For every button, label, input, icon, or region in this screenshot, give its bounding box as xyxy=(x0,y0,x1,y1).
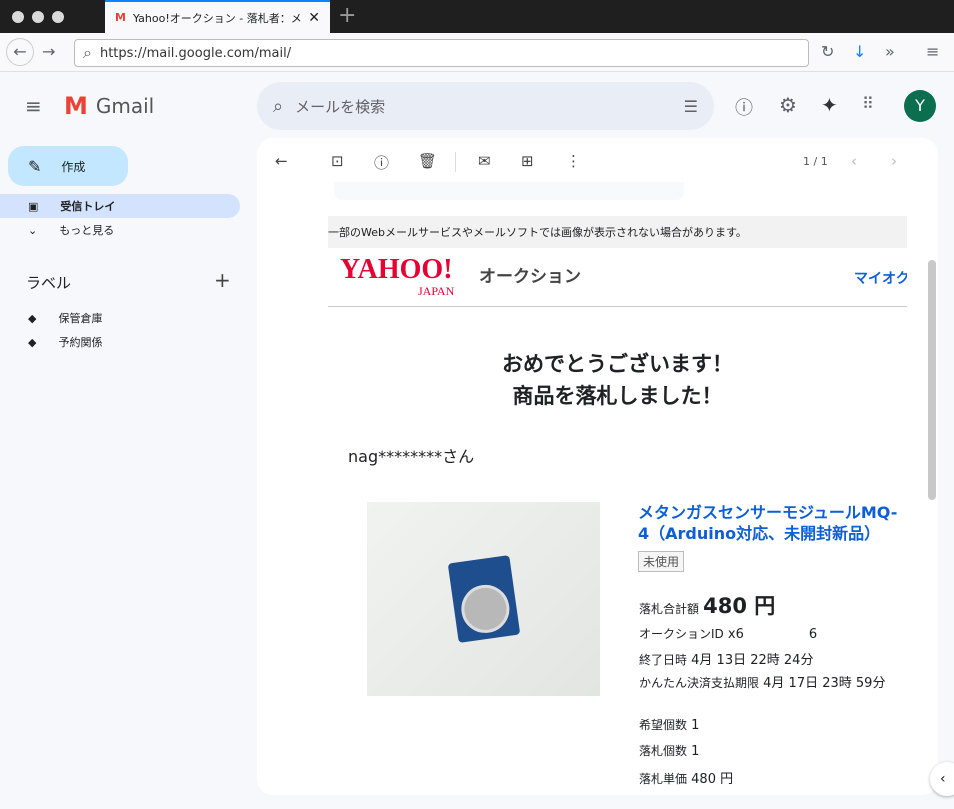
label-tag-icon: ◆ xyxy=(28,311,37,325)
add-label-icon[interactable]: + xyxy=(214,268,231,292)
browser-titlebar: M Yahoo!オークション - 落札者：メタンガス ✕ + xyxy=(0,0,954,33)
item-title-link[interactable]: メタンガスセンサーモジュールMQ-4（Arduino対応、未開封新品） xyxy=(638,502,908,544)
newer-icon[interactable]: ‹ xyxy=(851,152,857,170)
desired-quantity: 1 xyxy=(691,718,700,733)
close-tab-icon[interactable]: ✕ xyxy=(308,10,320,26)
scrollbar[interactable] xyxy=(928,260,936,500)
detail-label: 希望個数 xyxy=(639,718,688,732)
end-time: 4月 13日 22時 24分 xyxy=(691,653,814,668)
gmail-logo[interactable]: M Gmail xyxy=(64,92,154,120)
auction-id: x6 6 xyxy=(727,627,818,642)
search-input[interactable]: ⌕ メールを検索 ☰ xyxy=(257,82,714,130)
minimize-window-button[interactable] xyxy=(32,11,44,23)
greeting: nag********さん xyxy=(348,447,475,466)
delete-icon[interactable]: 🗑 xyxy=(418,152,437,170)
report-spam-icon[interactable]: ⓘ xyxy=(374,152,389,173)
detail-label: かんたん決済支払期限 xyxy=(639,676,760,690)
total-price: 480 円 xyxy=(703,594,776,618)
myauc-link[interactable]: マイオク xyxy=(854,268,907,288)
gmail-m-icon: M xyxy=(64,92,88,120)
item-image[interactable] xyxy=(367,502,600,696)
overflow-icon[interactable]: » xyxy=(885,42,895,61)
detail-label: 落札合計額 xyxy=(639,602,700,616)
older-icon[interactable]: › xyxy=(891,152,897,170)
help-icon[interactable]: ⓘ xyxy=(735,94,753,120)
download-icon[interactable]: ↓ xyxy=(853,42,866,61)
sidebar-label-item[interactable]: ◆ 予約関係 xyxy=(0,330,240,354)
browser-toolbar: ← → ⌕ https://mail.google.com/mail/ ↻ ↓ … xyxy=(0,33,954,72)
pager-count: 1 / 1 xyxy=(803,155,828,168)
labels-heading: ラベル xyxy=(26,274,72,292)
service-name: オークション xyxy=(479,267,581,287)
divider xyxy=(328,306,907,307)
new-tab-icon[interactable]: + xyxy=(338,3,356,28)
avatar[interactable]: Y xyxy=(904,90,936,122)
image-notice: 一部のWebメールサービスやメールソフトでは画像が表示されない場合があります。 xyxy=(328,216,907,248)
yahoo-japan-logo[interactable]: YAHOO! JAPAN xyxy=(340,256,454,299)
chevron-down-icon: ⌄ xyxy=(28,223,38,237)
more-options-icon[interactable]: ⋮ xyxy=(566,152,581,170)
inbox-icon: ▣ xyxy=(28,199,39,213)
detail-label: 落札個数 xyxy=(639,744,688,758)
detail-label: オークションID xyxy=(639,627,724,641)
archive-icon[interactable]: ⊡ xyxy=(331,152,344,170)
side-panel-toggle-icon[interactable]: ‹ xyxy=(930,762,954,796)
payment-deadline: 4月 17日 23時 59分 xyxy=(763,676,886,691)
unit-price: 480 円 xyxy=(691,772,734,787)
gemini-sparkle-icon[interactable]: ✦ xyxy=(821,93,838,117)
message-view: ← ⊡ ⓘ 🗑 ✉ ⊞ ⋮ 1 / 1 ‹ › 一部のWebメールサービスやメー… xyxy=(257,138,938,795)
search-icon: ⌕ xyxy=(83,43,92,62)
pencil-icon: ✎ xyxy=(28,156,42,176)
label-tag-icon: ◆ xyxy=(28,335,37,349)
reload-icon[interactable]: ↻ xyxy=(821,42,834,61)
search-icon: ⌕ xyxy=(273,95,284,117)
compose-button[interactable]: ✎ 作成 xyxy=(8,146,128,186)
zoom-window-button[interactable] xyxy=(52,11,64,23)
back-to-inbox-icon[interactable]: ← xyxy=(275,152,288,170)
divider xyxy=(455,152,456,172)
close-window-button[interactable] xyxy=(12,11,24,23)
sensor-board-image xyxy=(447,555,520,643)
url-bar[interactable]: ⌕ https://mail.google.com/mail/ xyxy=(74,39,809,67)
collapsed-header xyxy=(334,182,684,200)
detail-label: 終了日時 xyxy=(639,653,688,667)
menu-icon[interactable]: ≡ xyxy=(926,42,939,61)
search-options-icon[interactable]: ☰ xyxy=(684,97,698,116)
won-quantity: 1 xyxy=(691,744,700,759)
apps-grid-icon[interactable]: ⠿ xyxy=(862,94,874,113)
sidebar-item-inbox[interactable]: ▣ 受信トレイ xyxy=(0,194,240,218)
mark-unread-icon[interactable]: ✉ xyxy=(478,152,491,170)
forward-icon[interactable]: → xyxy=(42,42,55,61)
browser-tab[interactable]: M Yahoo!オークション - 落札者：メタンガス ✕ xyxy=(105,0,330,33)
sidebar-item-more[interactable]: ⌄ もっと見る xyxy=(0,218,240,242)
back-icon[interactable]: ← xyxy=(6,38,34,66)
main-menu-icon[interactable]: ≡ xyxy=(25,94,42,118)
move-to-icon[interactable]: ⊞ xyxy=(521,152,534,170)
detail-label: 落札単価 xyxy=(639,772,688,786)
headline: おめでとうございます！ 商品を落札しました！ xyxy=(502,352,733,408)
settings-gear-icon[interactable]: ⚙ xyxy=(779,93,797,117)
condition-badge: 未使用 xyxy=(638,551,685,572)
sidebar-label-item[interactable]: ◆ 保管倉庫 xyxy=(0,306,240,330)
gmail-favicon-icon: M xyxy=(115,11,126,24)
